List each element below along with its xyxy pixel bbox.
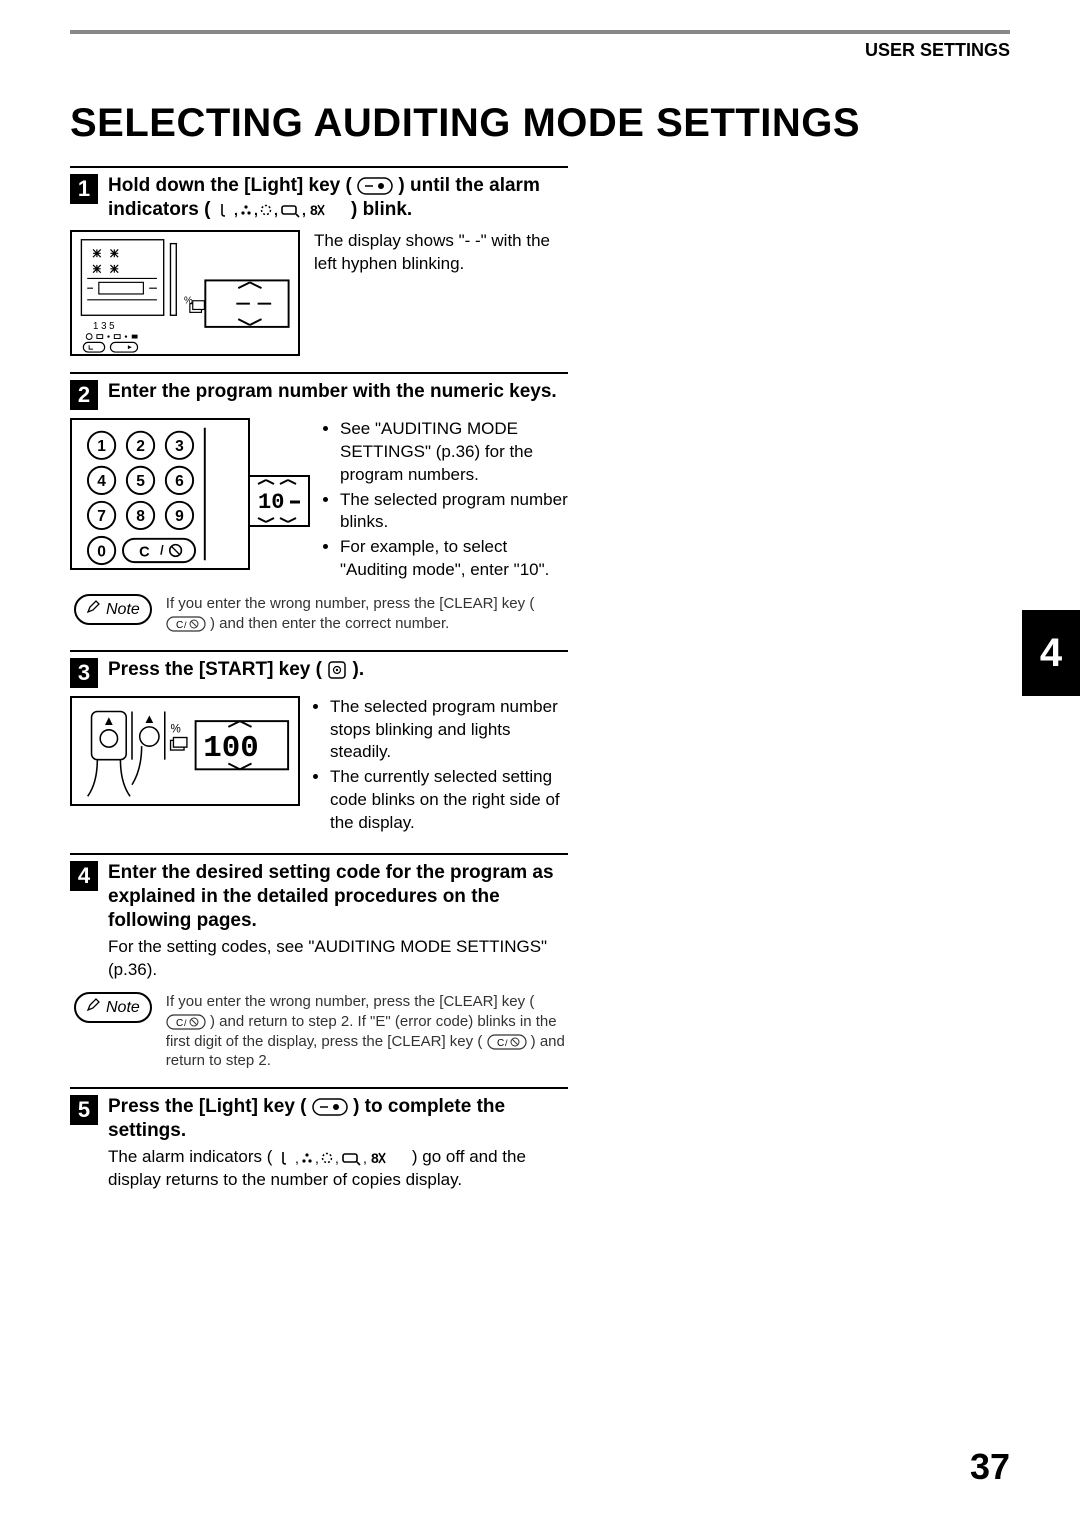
svg-text:/: / — [160, 543, 164, 557]
pencil-icon — [86, 600, 100, 619]
svg-text:,: , — [315, 1150, 319, 1166]
step-number: 5 — [70, 1095, 98, 1125]
light-key-icon — [312, 1095, 348, 1119]
svg-text:10: 10 — [258, 490, 284, 515]
clear-key-icon: C/ — [166, 1012, 206, 1032]
step-title: Press the [START] key ( ). — [108, 658, 364, 682]
step2-note: If you enter the wrong number, press the… — [166, 594, 568, 633]
note-badge: Note — [74, 992, 152, 1023]
svg-text:/: / — [505, 1038, 508, 1048]
svg-text:,: , — [274, 202, 278, 218]
svg-text:8: 8 — [136, 508, 145, 525]
svg-text:C: C — [497, 1038, 504, 1049]
step-title: Enter the desired setting code for the p… — [108, 861, 568, 932]
clear-key-icon: C/ — [166, 614, 206, 634]
svg-text:8: 8 — [371, 1150, 379, 1166]
alarm-indicators-icon: , , , , 8 — [277, 1147, 407, 1170]
keypad-illustration: 1 2 3 4 5 6 7 8 9 0 C / — [70, 418, 250, 570]
svg-text:9: 9 — [175, 508, 184, 525]
svg-text:/: / — [184, 620, 187, 630]
pencil-icon — [86, 998, 100, 1017]
svg-text:,: , — [295, 1150, 299, 1166]
step-title: Hold down the [Light] key ( ) until the … — [108, 174, 568, 222]
svg-text:%: % — [171, 723, 181, 735]
step1-illustration: % 1 3 5 — [70, 230, 300, 356]
svg-text:5: 5 — [136, 473, 145, 490]
svg-text:,: , — [363, 1150, 367, 1166]
svg-text:1 3 5: 1 3 5 — [93, 321, 115, 332]
step2-bullets: See "AUDITING MODE SETTINGS" (p.36) for … — [324, 418, 568, 585]
start-key-icon — [327, 658, 347, 682]
step-number: 1 — [70, 174, 98, 204]
step-number: 2 — [70, 380, 98, 410]
clear-key-icon: C/ — [487, 1032, 527, 1052]
step-4: 4 Enter the desired setting code for the… — [70, 853, 568, 1071]
step4-note: If you enter the wrong number, press the… — [166, 992, 568, 1071]
alarm-indicators-icon: , , , , 8 — [216, 198, 346, 222]
step-2: 2 Enter the program number with the nume… — [70, 372, 568, 634]
step3-illustration: % 100 — [70, 696, 300, 806]
svg-text:1: 1 — [97, 438, 106, 455]
step-3: 3 Press the [START] key ( ). — [70, 650, 568, 838]
step4-sub: For the setting codes, see "AUDITING MOD… — [108, 936, 568, 982]
svg-text:,: , — [302, 202, 306, 218]
svg-text:4: 4 — [97, 473, 106, 490]
note-badge: Note — [74, 594, 152, 625]
svg-text:0: 0 — [97, 543, 106, 560]
step3-bullets: The selected program number stops blinki… — [314, 696, 568, 838]
svg-text:3: 3 — [175, 438, 184, 455]
step-1: 1 Hold down the [Light] key ( ) until th… — [70, 166, 568, 356]
svg-text:7: 7 — [97, 508, 106, 525]
svg-text:6: 6 — [175, 473, 184, 490]
chapter-tab: 4 — [1022, 610, 1080, 696]
svg-text:C: C — [139, 544, 150, 560]
svg-text:C: C — [176, 620, 183, 631]
step-number: 4 — [70, 861, 98, 891]
svg-text:100: 100 — [203, 730, 258, 765]
light-key-icon — [357, 174, 393, 198]
svg-text:8: 8 — [310, 202, 318, 218]
step5-sub: The alarm indicators ( , , , , — [108, 1146, 568, 1192]
svg-text:2: 2 — [136, 438, 145, 455]
header-label: USER SETTINGS — [865, 40, 1010, 61]
step-number: 3 — [70, 658, 98, 688]
step1-desc: The display shows "- -" with the left hy… — [314, 230, 568, 356]
svg-text:/: / — [184, 1018, 187, 1028]
page-title: SELECTING AUDITING MODE SETTINGS — [70, 101, 1010, 146]
page-number: 37 — [970, 1446, 1010, 1488]
step-title: Press the [Light] key ( ) to complete th… — [108, 1095, 568, 1143]
svg-text:%: % — [184, 295, 193, 306]
svg-text:C: C — [176, 1018, 183, 1029]
step-title: Enter the program number with the numeri… — [108, 380, 557, 404]
svg-text:,: , — [335, 1150, 339, 1166]
svg-text:,: , — [234, 202, 238, 218]
step-5: 5 Press the [Light] key ( ) to complete … — [70, 1087, 568, 1193]
svg-text:,: , — [254, 202, 258, 218]
